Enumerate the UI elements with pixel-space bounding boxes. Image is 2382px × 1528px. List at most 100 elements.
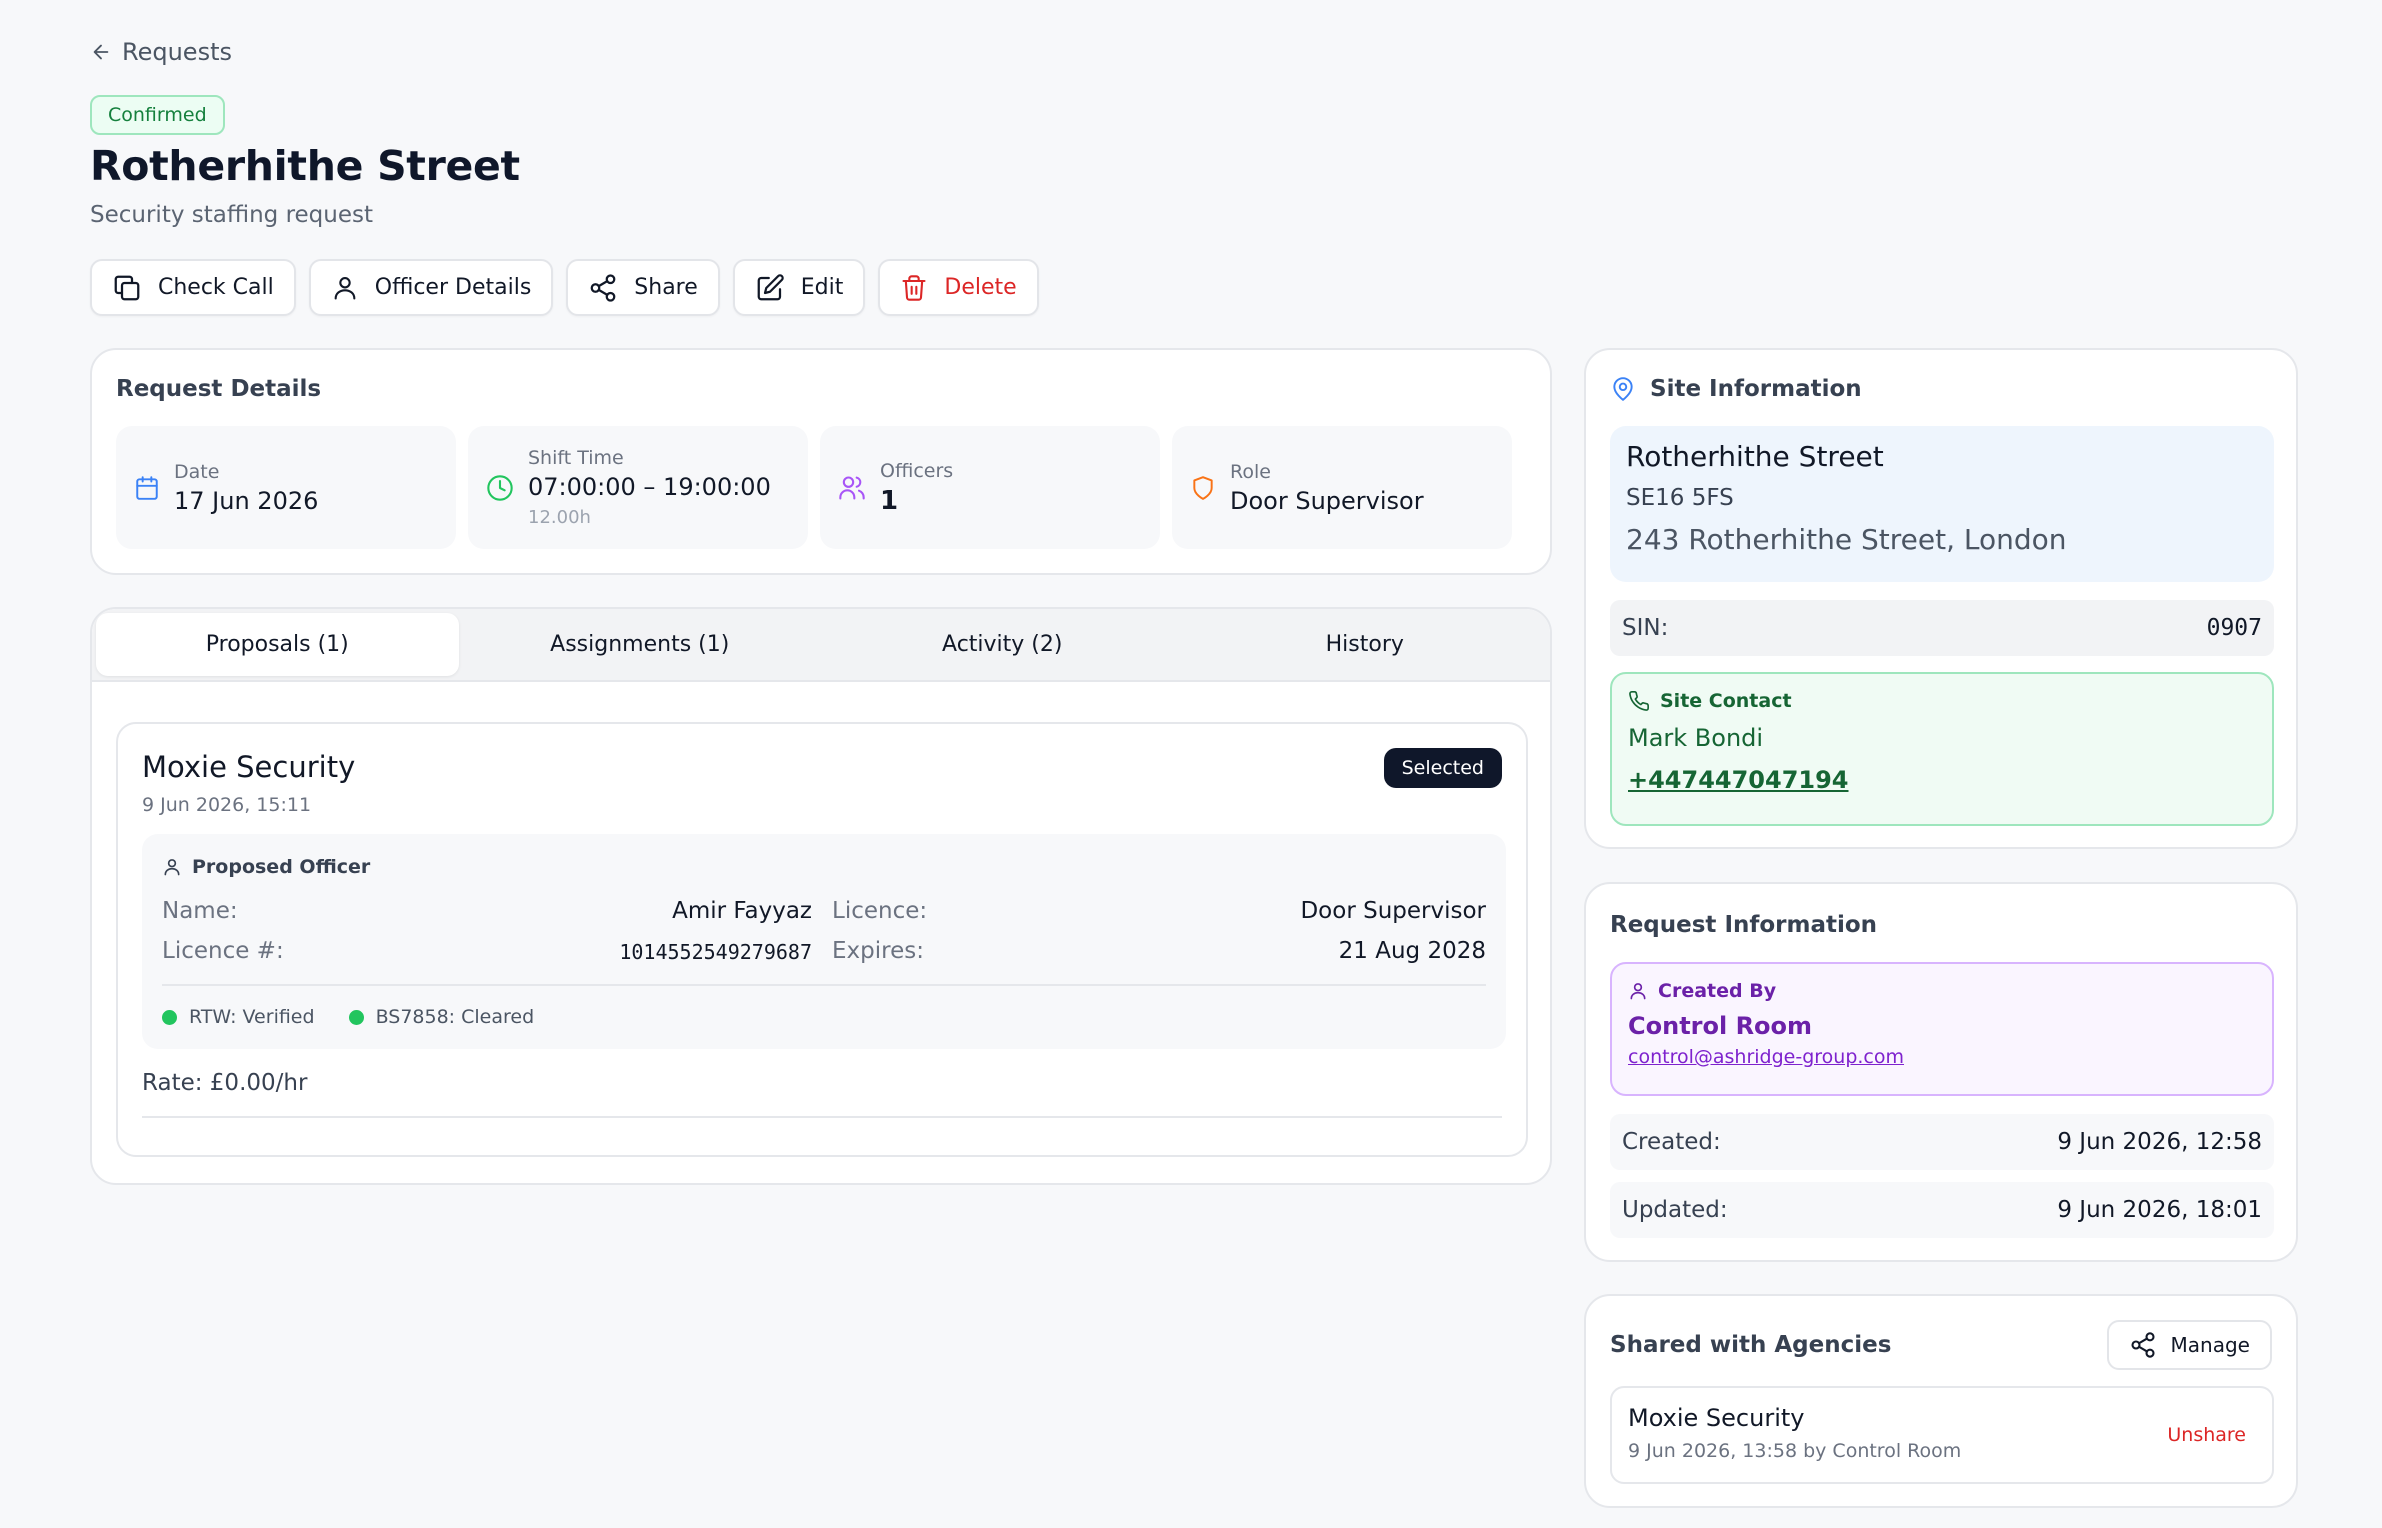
date-stat: Date 17 Jun 2026 <box>116 426 456 549</box>
request-details-title: Request Details <box>116 376 322 402</box>
licence-label: Licence: <box>832 898 928 924</box>
request-information-card: Request Information Created By Control R… <box>1584 882 2298 1262</box>
share-icon <box>2129 1331 2157 1359</box>
manage-sharing-button[interactable]: Manage <box>2106 1320 2272 1370</box>
officer-divider <box>162 984 1486 986</box>
role-label: Role <box>1230 460 1271 483</box>
expires-value: 21 Aug 2028 <box>1338 938 1486 964</box>
rate-divider <box>142 1116 1502 1118</box>
site-contact-box: Site Contact Mark Bondi +447447047194 <box>1610 672 2274 826</box>
delete-button[interactable]: Delete <box>878 259 1039 316</box>
created-by-label: Created By <box>1658 980 1777 1002</box>
site-contact-label: Site Contact <box>1660 690 1792 712</box>
name-label: Name: <box>162 898 238 924</box>
manage-label: Manage <box>2170 1333 2250 1357</box>
rtw-check: RTW: Verified <box>162 1006 315 1028</box>
shift-stat: Shift Time 07:00:00 – 19:00:00 12.00h <box>468 426 808 549</box>
status-dot-icon <box>348 1009 364 1025</box>
sin-label: SIN: <box>1622 615 1669 641</box>
shared-agencies-card: Shared with Agencies Manage Moxie Securi… <box>1584 1294 2298 1508</box>
shift-label: Shift Time <box>528 447 624 469</box>
back-link-label: Requests <box>122 38 232 66</box>
officers-stat: Officers 1 <box>820 426 1160 549</box>
updated-label: Updated: <box>1622 1197 1728 1223</box>
sin-value: 0907 <box>2206 615 2262 641</box>
proposed-officer-panel: Proposed Officer Name: Amir Fayyaz Licen… <box>142 834 1506 1049</box>
proposal-rate: Rate: £0.00/hr <box>142 1070 308 1096</box>
officer-name: Amir Fayyaz <box>672 898 812 924</box>
created-row: Created: 9 Jun 2026, 12:58 <box>1610 1114 2274 1170</box>
action-toolbar: Check Call Officer Details Share Edit De… <box>90 259 1039 316</box>
tab-bar: Proposals (1) Assignments (1) Activity (… <box>92 609 1550 682</box>
shared-agencies-title: Shared with Agencies <box>1610 1332 1892 1358</box>
proposed-officer-heading: Proposed Officer <box>162 856 370 878</box>
created-by-heading: Created By <box>1628 980 2256 1002</box>
compliance-checks: RTW: Verified BS7858: Cleared <box>162 1006 534 1028</box>
shift-duration: 12.00h <box>528 507 591 528</box>
share-icon <box>588 273 618 303</box>
edit-icon <box>755 273 785 303</box>
proposal-agency-name: Moxie Security <box>142 750 356 784</box>
proposals-card: Proposals (1) Assignments (1) Activity (… <box>90 607 1552 1185</box>
request-details-card: Request Details Date 17 Jun 2026 Shift T… <box>90 348 1552 575</box>
bs7858-check: BS7858: Cleared <box>348 1006 535 1028</box>
share-button[interactable]: Share <box>566 259 720 316</box>
site-address-box: Rotherhithe Street SE16 5FS 243 Rotherhi… <box>1610 426 2274 582</box>
rtw-label: RTW: Verified <box>189 1006 315 1028</box>
calendar-icon <box>134 475 160 501</box>
check-call-label: Check Call <box>158 275 274 300</box>
site-contact-phone-link[interactable]: +447447047194 <box>1628 766 1849 794</box>
creator-email-link[interactable]: control@ashridge-group.com <box>1628 1046 1904 1068</box>
copy-icon <box>112 273 142 303</box>
shared-agency-meta: 9 Jun 2026, 13:58 by Control Room <box>1628 1440 1962 1462</box>
delete-label: Delete <box>944 275 1017 300</box>
tab-proposals[interactable]: Proposals (1) <box>96 613 459 676</box>
check-call-button[interactable]: Check Call <box>90 259 296 316</box>
site-name: Rotherhithe Street <box>1626 440 1884 473</box>
tab-assignments[interactable]: Assignments (1) <box>459 613 822 676</box>
proposed-officer-label: Proposed Officer <box>192 856 371 878</box>
licence-number-label: Licence #: <box>162 938 284 964</box>
shift-value: 07:00:00 – 19:00:00 <box>528 473 771 501</box>
sin-row: SIN: 0907 <box>1610 600 2274 656</box>
selected-badge: Selected <box>1383 748 1502 788</box>
page-subtitle: Security staffing request <box>90 202 374 228</box>
arrow-left-icon <box>90 41 112 63</box>
licence-number-value: 1014552549279687 <box>619 940 812 964</box>
back-link[interactable]: Requests <box>90 38 232 66</box>
users-icon <box>838 474 866 502</box>
unshare-button[interactable]: Unshare <box>2167 1424 2246 1446</box>
role-value: Door Supervisor <box>1230 486 1424 515</box>
trash-icon <box>900 274 928 302</box>
officer-details-label: Officer Details <box>374 275 532 300</box>
creator-name: Control Room <box>1628 1012 1813 1040</box>
site-contact-name: Mark Bondi <box>1628 724 1764 752</box>
officers-value: 1 <box>880 485 899 516</box>
page-title: Rotherhithe Street <box>90 142 520 190</box>
date-label: Date <box>174 460 220 483</box>
status-badge: Confirmed <box>90 95 225 135</box>
edit-label: Edit <box>800 275 844 300</box>
site-postcode: SE16 5FS <box>1626 485 1734 511</box>
date-value: 17 Jun 2026 <box>174 486 319 515</box>
tab-activity[interactable]: Activity (2) <box>821 613 1184 676</box>
updated-row: Updated: 9 Jun 2026, 18:01 <box>1610 1182 2274 1238</box>
edit-button[interactable]: Edit <box>732 259 866 316</box>
expires-label: Expires: <box>832 938 924 964</box>
shield-icon <box>1190 475 1216 501</box>
site-contact-heading: Site Contact <box>1628 690 2256 712</box>
officer-details-button[interactable]: Officer Details <box>308 259 554 316</box>
bs7858-label: BS7858: Cleared <box>375 1006 535 1028</box>
clock-icon <box>486 474 514 502</box>
user-icon <box>331 274 359 302</box>
shared-agency-name: Moxie Security <box>1628 1404 1805 1432</box>
created-value: 9 Jun 2026, 12:58 <box>2057 1129 2262 1155</box>
tab-history[interactable]: History <box>1184 613 1547 676</box>
licence-value: Door Supervisor <box>1300 898 1486 924</box>
created-by-box: Created By Control Room control@ashridge… <box>1610 962 2274 1096</box>
site-information-header: Site Information <box>1610 376 1862 402</box>
user-icon <box>1628 981 1648 1001</box>
request-information-title: Request Information <box>1610 912 1878 938</box>
proposal-date: 9 Jun 2026, 15:11 <box>142 794 312 816</box>
phone-icon <box>1628 690 1650 712</box>
